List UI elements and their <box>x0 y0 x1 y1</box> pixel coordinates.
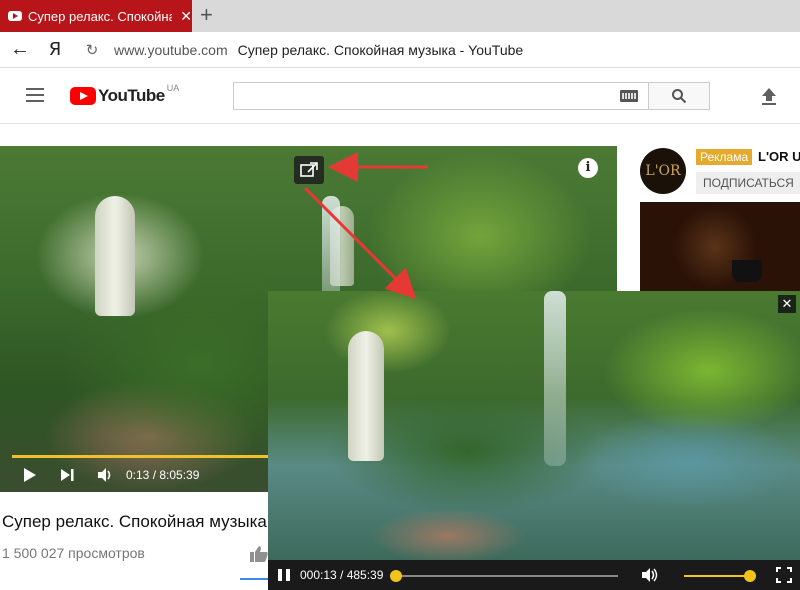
yandex-button[interactable]: Я <box>40 39 70 60</box>
pip-window[interactable]: ✕ 000:13 / 485:39 <box>268 291 800 590</box>
coffee-cup <box>732 260 762 282</box>
address-bar: ← Я ↻ www.youtube.com Супер релакс. Спок… <box>0 32 800 68</box>
pip-seahorse-statue <box>348 331 384 461</box>
url-host[interactable]: www.youtube.com <box>114 42 228 58</box>
search-input[interactable] <box>233 82 649 110</box>
pip-fountain-spray <box>544 291 566 466</box>
youtube-header: YouTube UA <box>0 68 800 124</box>
fullscreen-icon[interactable] <box>776 567 792 583</box>
ad-badge: Реклама <box>696 149 753 165</box>
info-icon[interactable]: i <box>578 158 598 178</box>
tab-close-icon[interactable]: ✕ <box>180 8 192 25</box>
pip-progress-track[interactable] <box>396 575 618 577</box>
ad-image[interactable] <box>640 202 800 294</box>
browser-tab-active[interactable]: Супер релакс. Спокойная м ✕ <box>0 0 192 32</box>
pip-volume-icon[interactable] <box>641 567 659 583</box>
keyboard-icon[interactable] <box>620 90 638 102</box>
pip-volume-knob[interactable] <box>744 570 756 582</box>
new-tab-button[interactable]: + <box>200 4 213 26</box>
view-count: 1 500 027 просмотров <box>2 545 145 561</box>
video-progress-bar[interactable] <box>12 455 268 458</box>
pip-video[interactable] <box>268 291 800 560</box>
url-page-title[interactable]: Супер релакс. Спокойная музыка - YouTube <box>238 42 524 58</box>
pip-time: 000:13 / 485:39 <box>300 568 384 582</box>
subscribe-button[interactable]: ПОДПИСАТЬСЯ <box>696 172 800 194</box>
seahorse-statue <box>95 196 135 316</box>
pip-close-button[interactable]: ✕ <box>778 295 796 313</box>
youtube-logo[interactable]: YouTube UA <box>70 83 180 106</box>
volume-icon[interactable] <box>96 466 114 484</box>
pip-progress-knob[interactable] <box>390 570 403 582</box>
play-icon[interactable] <box>20 466 38 484</box>
video-time: 0:13 / 8:05:39 <box>126 468 200 482</box>
browser-tab-strip: Супер релакс. Спокойная м ✕ + <box>0 0 800 32</box>
next-icon[interactable] <box>58 466 76 484</box>
youtube-region: UA <box>166 83 180 93</box>
youtube-play-icon <box>70 87 96 105</box>
menu-icon[interactable] <box>26 88 44 102</box>
reload-icon[interactable]: ↻ <box>78 41 106 59</box>
popout-icon <box>300 162 318 177</box>
search-icon <box>672 89 687 104</box>
player-controls: 0:13 / 8:05:39 <box>0 460 268 490</box>
pip-volume-track[interactable] <box>684 575 750 577</box>
upload-icon[interactable] <box>760 86 778 106</box>
advertiser-name[interactable]: L'OR U <box>758 149 800 164</box>
youtube-favicon-icon <box>8 11 22 21</box>
back-button[interactable]: ← <box>0 38 40 61</box>
tab-title: Супер релакс. Спокойная м <box>28 8 173 24</box>
screenshot-root: Супер релакс. Спокойная м ✕ + ← Я ↻ www.… <box>0 0 800 590</box>
tab-underline <box>240 578 270 580</box>
video-title: Супер релакс. Спокойная музыка <box>2 512 267 531</box>
like-icon[interactable] <box>249 545 269 563</box>
picture-in-picture-button[interactable] <box>294 156 324 184</box>
youtube-logo-text: YouTube <box>98 86 165 105</box>
advertiser-logo[interactable]: L'OR <box>640 148 686 194</box>
search-button[interactable] <box>648 82 710 110</box>
pause-icon[interactable] <box>278 569 290 581</box>
